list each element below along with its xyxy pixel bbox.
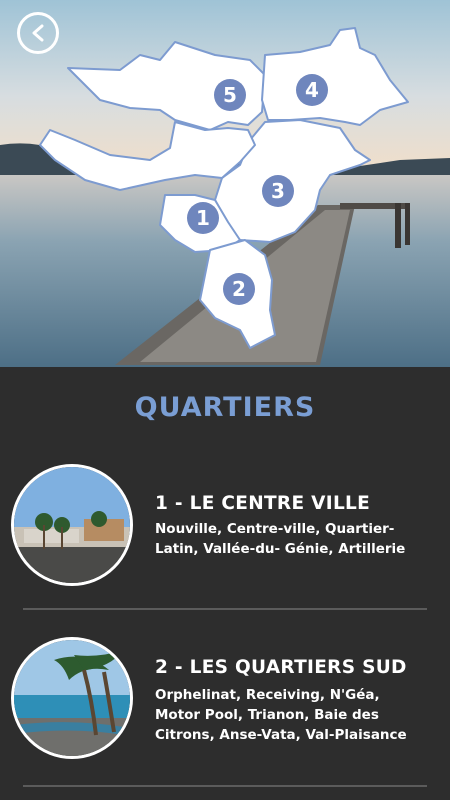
centre-ville-thumbnail bbox=[11, 464, 133, 586]
divider bbox=[23, 608, 427, 610]
district-1-marker[interactable]: 1 bbox=[187, 202, 219, 234]
section-title: QUARTIERS bbox=[134, 392, 316, 423]
item-description: Nouville, Centre-ville, Quartier-Latin, … bbox=[155, 521, 406, 557]
lagoon-photo bbox=[0, 0, 450, 367]
item-title: 1 - LE CENTRE VILLE bbox=[155, 493, 371, 514]
item-description: Orphelinat, Receiving, N'Géa, Motor Pool… bbox=[155, 687, 407, 743]
district-5-marker[interactable]: 5 bbox=[214, 79, 246, 111]
divider bbox=[23, 785, 427, 787]
quartiers-sud-thumbnail bbox=[11, 637, 133, 759]
list-item-centre-ville[interactable]: 1 - LE CENTRE VILLE Nouville, Centre-vil… bbox=[0, 460, 450, 600]
district-2-marker[interactable]: 2 bbox=[223, 273, 255, 305]
item-title: 2 - LES QUARTIERS SUD bbox=[155, 657, 407, 678]
list-item-quartiers-sud[interactable]: 2 - LES QUARTIERS SUD Orphelinat, Receiv… bbox=[0, 635, 450, 775]
chevron-left-icon bbox=[32, 24, 44, 42]
district-3-marker[interactable]: 3 bbox=[262, 175, 294, 207]
hero-banner: 5 4 3 1 2 bbox=[0, 0, 450, 367]
back-button[interactable] bbox=[17, 12, 59, 54]
district-4-marker[interactable]: 4 bbox=[296, 74, 328, 106]
